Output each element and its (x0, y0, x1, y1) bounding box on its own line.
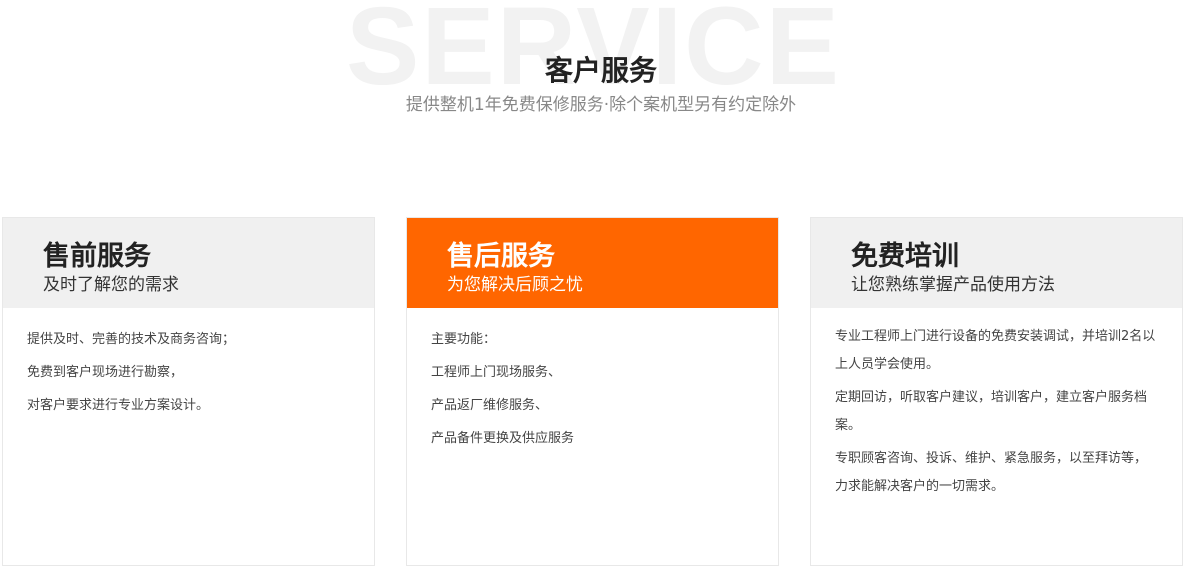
section-title: 客户服务 (544, 54, 657, 87)
card-line: 产品备件更换及供应服务 (431, 431, 575, 446)
section-subtitle: 提供整机1年免费保修服务·除个案机型另有约定除外 (405, 95, 797, 115)
card-subtitle: 及时了解您的需求 (43, 275, 179, 295)
card-title: 售前服务 (43, 241, 151, 272)
card-line: 对客户要求进行专业方案设计。 (27, 398, 210, 413)
card-header: 售后服务 为您解决后顾之忧 (407, 218, 778, 308)
card-line: 专业工程师上门进行设备的免费安装调试，并培训2名以上人员学会使用。 (835, 329, 1156, 372)
card-header: 免费培训 让您熟练掌握产品使用方法 (811, 218, 1182, 308)
card-subtitle: 为您解决后顾之忧 (447, 275, 583, 295)
card-line: 工程师上门现场服务、 (431, 365, 562, 380)
card-line: 主要功能： (431, 332, 497, 347)
card-training[interactable]: 免费培训 让您熟练掌握产品使用方法 专业工程师上门进行设备的免费安装调试，并培训… (810, 217, 1183, 566)
card-aftersale[interactable]: 售后服务 为您解决后顾之忧 主要功能： 工程师上门现场服务、 产品返厂维修服务、… (406, 217, 779, 566)
card-subtitle: 让您熟练掌握产品使用方法 (851, 275, 1055, 295)
card-line: 产品返厂维修服务、 (431, 398, 549, 413)
card-title: 免费培训 (851, 241, 959, 272)
card-line: 专职顾客咨询、投诉、维护、紧急服务，以至拜访等，力求能解决客户的一切需求。 (835, 451, 1148, 494)
card-body: 提供及时、完善的技术及商务咨询； 免费到客户现场进行勘察， 对客户要求进行专业方… (3, 308, 374, 422)
card-header: 售前服务 及时了解您的需求 (3, 218, 374, 308)
card-line: 提供及时、完善的技术及商务咨询； (27, 332, 236, 347)
card-body: 专业工程师上门进行设备的免费安装调试，并培训2名以上人员学会使用。 定期回访，听… (811, 308, 1182, 501)
card-line: 免费到客户现场进行勘察， (27, 365, 184, 380)
card-body: 主要功能： 工程师上门现场服务、 产品返厂维修服务、 产品备件更换及供应服务 (407, 308, 778, 455)
card-title: 售后服务 (447, 241, 555, 272)
card-presale[interactable]: 售前服务 及时了解您的需求 提供及时、完善的技术及商务咨询； 免费到客户现场进行… (2, 217, 375, 566)
card-line: 定期回访，听取客户建议，培训客户，建立客户服务档案。 (835, 390, 1148, 433)
service-section: SERVICE 客户服务 提供整机1年免费保修服务·除个案机型另有约定除外 售前… (0, 0, 1187, 568)
